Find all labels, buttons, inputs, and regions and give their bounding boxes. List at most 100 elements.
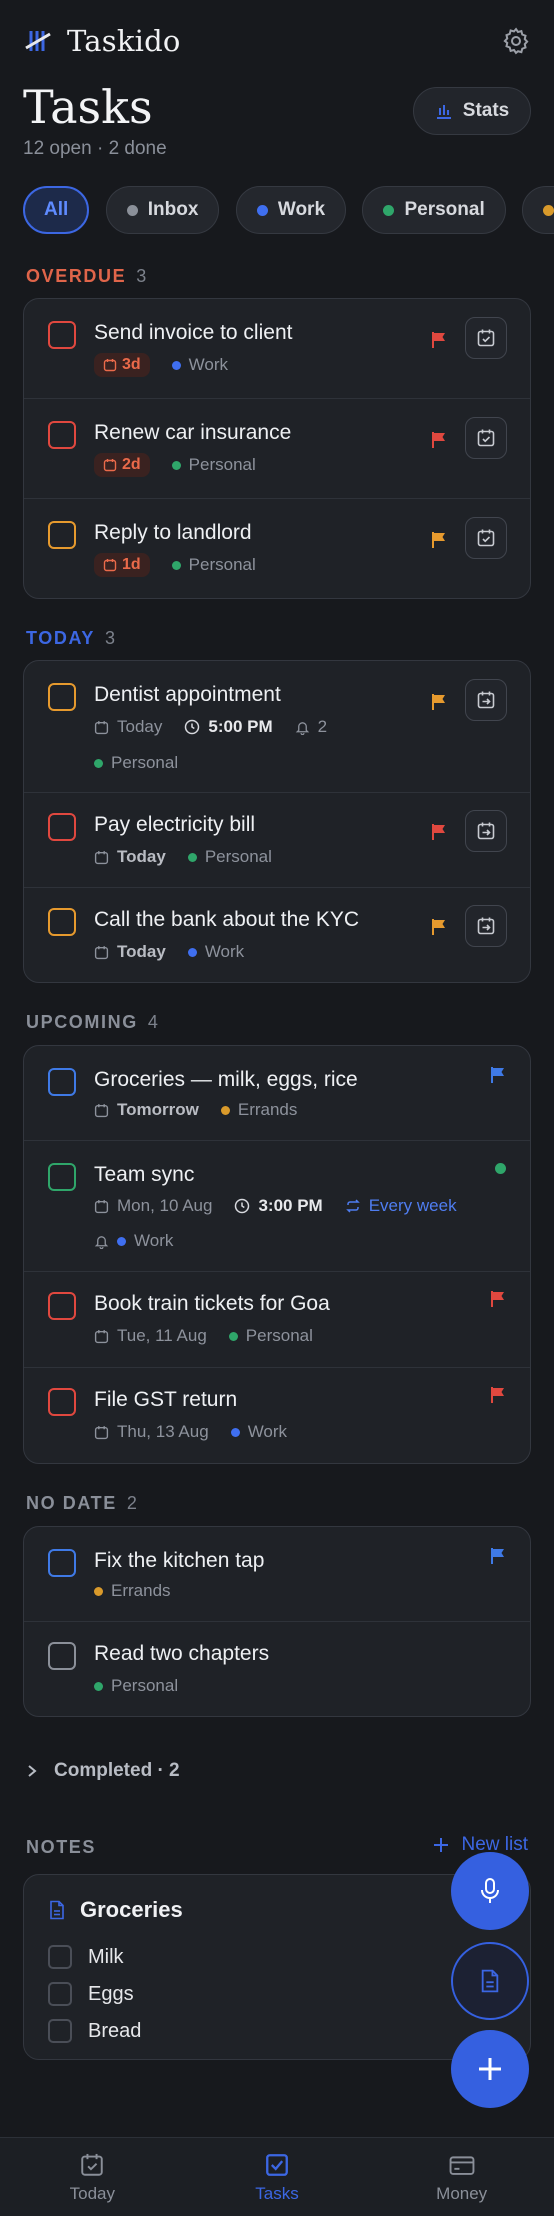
task-row[interactable]: Pay electricity bill Today Personal (24, 793, 530, 888)
section-count: 2 (126, 1493, 137, 1513)
task-checkbox[interactable] (48, 1642, 76, 1670)
task-title: Pay electricity bill (94, 813, 256, 836)
voice-input-button[interactable] (451, 1852, 529, 1930)
checkbox-icon (266, 2154, 288, 2176)
nav-today[interactable]: Today (0, 2138, 185, 2216)
task-row[interactable]: Call the bank about the KYC Today Work (24, 888, 530, 982)
task-date: Mon, 10 Aug (117, 1196, 213, 1215)
calendar-icon (94, 850, 109, 864)
task-row[interactable]: Renew car insurance 2d Personal (24, 399, 530, 499)
task-group-upcoming: Groceries — milk, eggs, rice Tomorrow Er… (23, 1045, 531, 1464)
schedule-button[interactable] (465, 317, 507, 359)
task-checkbox[interactable] (48, 1068, 76, 1096)
task-tag: Work (134, 1231, 174, 1250)
nav-label: Tasks (255, 2184, 299, 2203)
reminder-count: 2 (317, 717, 328, 736)
task-checkbox[interactable] (48, 1163, 76, 1191)
reschedule-button[interactable] (465, 905, 507, 947)
calendar-icon (94, 1425, 109, 1439)
task-checkbox[interactable] (48, 1292, 76, 1320)
note-checkbox[interactable] (48, 2019, 72, 2043)
task-group-no-date: Fix the kitchen tap Errands Read two cha… (23, 1526, 531, 1717)
note-list-item[interactable]: Milk (48, 1945, 124, 1969)
section-header-no-date: NO DATE 2 (26, 1493, 137, 1514)
stats-button[interactable]: Stats (413, 87, 531, 135)
task-tag: Work (247, 1422, 288, 1441)
task-checkbox[interactable] (48, 1549, 76, 1577)
nav-tasks[interactable]: Tasks (185, 2138, 370, 2216)
task-checkbox[interactable] (48, 683, 76, 711)
filter-chip-personal[interactable]: Personal (362, 186, 506, 234)
tag-dot (171, 560, 181, 570)
task-checkbox[interactable] (48, 521, 76, 549)
nav-label: Today (69, 2184, 116, 2203)
schedule-button[interactable] (465, 417, 507, 459)
overdue-days: 3d (122, 356, 141, 373)
note-item-label: Bread (88, 2019, 142, 2042)
document-icon (50, 1900, 64, 1920)
tag-dot (187, 947, 197, 957)
repeat-label: Every week (368, 1196, 457, 1215)
task-row[interactable]: Reply to landlord 1d Personal (24, 499, 530, 598)
note-list-item[interactable]: Bread (48, 2019, 141, 2043)
tag-dot (94, 1681, 103, 1691)
calendar-arrow-icon (477, 917, 495, 935)
task-row[interactable]: Dentist appointment Today 5:00 PM 2 Pers… (24, 661, 530, 793)
tag-dot (543, 204, 554, 216)
section-count: 4 (147, 1012, 158, 1032)
task-title: Call the bank about the KYC (94, 908, 360, 931)
task-row[interactable]: Book train tickets for Goa Tue, 11 Aug P… (24, 1272, 530, 1368)
section-count: 3 (105, 628, 116, 648)
calendar-icon (94, 1103, 109, 1117)
calendar-icon (103, 359, 117, 372)
reschedule-button[interactable] (465, 810, 507, 852)
section-header-today: TODAY 3 (26, 628, 115, 649)
task-checkbox[interactable] (48, 908, 76, 936)
note-title: Groceries (80, 1897, 183, 1922)
plus-icon (479, 2058, 501, 2080)
note-checkbox[interactable] (48, 1982, 72, 2006)
task-checkbox[interactable] (48, 321, 76, 349)
add-task-button[interactable] (451, 2030, 529, 2108)
task-tag: Errands (111, 1581, 171, 1600)
bar-chart-icon (436, 105, 451, 119)
section-count: 3 (136, 266, 147, 286)
task-tag: Work (204, 942, 245, 961)
filter-chip-errands[interactable]: E (522, 186, 554, 234)
microphone-icon (481, 1878, 499, 1903)
task-row[interactable]: File GST return Thu, 13 Aug Work (24, 1368, 530, 1463)
section-label: UPCOMING (26, 1012, 138, 1032)
task-checkbox[interactable] (48, 421, 76, 449)
task-row[interactable]: Groceries — milk, eggs, rice Tomorrow Er… (24, 1046, 530, 1141)
task-title: Send invoice to client (94, 321, 293, 344)
overdue-badge: 3d (94, 353, 150, 377)
overdue-badge: 2d (94, 453, 150, 477)
filter-chip-inbox[interactable]: Inbox (105, 186, 220, 234)
task-checkbox[interactable] (48, 1388, 76, 1416)
tag-dot (256, 204, 268, 216)
filter-chip-work[interactable]: Work (235, 186, 347, 234)
tag-dot (230, 1427, 240, 1437)
flag-icon (432, 824, 445, 840)
task-checkbox[interactable] (48, 813, 76, 841)
filter-chip-all[interactable]: All (23, 186, 90, 234)
note-checkbox[interactable] (48, 1945, 72, 1969)
task-row[interactable]: Fix the kitchen tap Errands (24, 1527, 530, 1622)
new-note-button[interactable] (451, 1942, 529, 2020)
section-label: NO DATE (26, 1493, 117, 1513)
calendar-check-icon (477, 529, 495, 547)
gear-icon[interactable] (501, 26, 531, 56)
task-row[interactable]: Team sync Mon, 10 Aug 3:00 PM Every week… (24, 1141, 530, 1272)
section-label: TODAY (26, 628, 96, 648)
note-list-item[interactable]: Eggs (48, 1982, 134, 2006)
task-row[interactable]: Read two chapters Personal (24, 1622, 530, 1716)
schedule-button[interactable] (465, 517, 507, 559)
nav-money[interactable]: Money (369, 2138, 554, 2216)
reschedule-button[interactable] (465, 679, 507, 721)
completed-toggle[interactable]: Completed · 2 (26, 1760, 180, 1782)
bell-icon (295, 721, 309, 735)
flag-icon (491, 1067, 504, 1083)
task-time: 3:00 PM (258, 1196, 323, 1215)
task-row[interactable]: Send invoice to client 3d Work (24, 299, 530, 399)
status-dot (495, 1163, 506, 1174)
